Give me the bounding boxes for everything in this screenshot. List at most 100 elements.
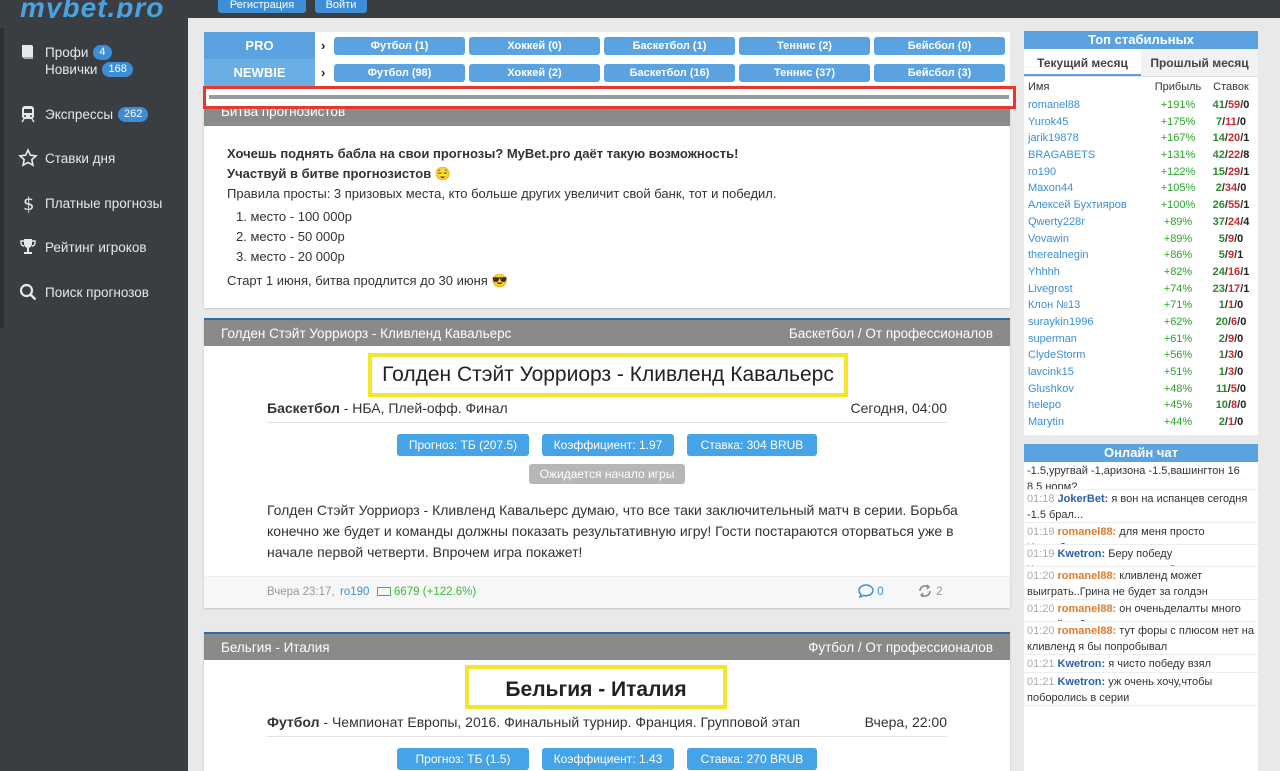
- register-button[interactable]: Регистрация: [218, 0, 306, 13]
- bets-lost: 16: [1227, 265, 1241, 278]
- pro-baseball-button[interactable]: Бейсбол (0): [874, 37, 1005, 55]
- chat-user-link[interactable]: JokerBet:: [1058, 493, 1109, 505]
- user-link[interactable]: helepo: [1024, 397, 1152, 414]
- chat-panel: Онлайн чат -1.5,уругвай -1,аризона -1.5,…: [1024, 444, 1258, 771]
- top-table-row: Livegrost +74% 23/17/1: [1024, 281, 1258, 298]
- user-bets: 24/16/1: [1212, 265, 1250, 278]
- user-link[interactable]: Алексей Бухтияров: [1024, 197, 1152, 214]
- match-datetime: Сегодня, 04:00: [850, 400, 947, 416]
- user-link[interactable]: Maxon44: [1024, 180, 1152, 197]
- match-datetime: Вчера, 22:00: [864, 714, 947, 730]
- prediction-sport-link[interactable]: Футбол: [808, 640, 854, 655]
- chat-user-link[interactable]: romanel88:: [1058, 625, 1117, 637]
- prediction-header-title[interactable]: Голден Стэйт Уорриорз - Кливленд Кавалье…: [221, 320, 511, 346]
- author-link[interactable]: ro190: [340, 586, 369, 598]
- status-badge: Ожидается начало игры: [529, 464, 685, 484]
- newbie-label[interactable]: NEWBIE: [204, 59, 315, 86]
- user-link[interactable]: Yhhhh: [1024, 264, 1152, 281]
- pro-hockey-button[interactable]: Хоккей (0): [469, 37, 600, 55]
- pro-football-button[interactable]: Футбол (1): [334, 37, 465, 55]
- bets-won: 42: [1212, 149, 1225, 162]
- prediction-type-link[interactable]: От профессионалов: [865, 326, 993, 341]
- bets-won: 14: [1212, 132, 1225, 145]
- user-link[interactable]: Клон №13: [1024, 297, 1152, 314]
- top-table-header: Имя Прибыль Ставок: [1024, 77, 1258, 97]
- bets-draw: 4: [1243, 215, 1250, 228]
- prediction-type-link[interactable]: От профессионалов: [865, 640, 993, 655]
- chat-user-link[interactable]: Kwetron:: [1058, 676, 1106, 688]
- stake-pill: Ставка: 304 BRUB: [687, 434, 817, 456]
- chevron-right-icon: ›: [321, 38, 326, 53]
- sidebar-item-label: Новички: [45, 62, 98, 77]
- battle-body: Хочешь поднять бабла на свои прогнозы? M…: [227, 144, 777, 291]
- user-link[interactable]: Marytin: [1024, 414, 1152, 431]
- user-link[interactable]: romanel88: [1024, 97, 1152, 114]
- newbie-football-button[interactable]: Футбол (98): [334, 64, 465, 82]
- prediction-sport-link[interactable]: Баскетбол: [789, 326, 854, 341]
- tab-current-month[interactable]: Текущий месяц: [1024, 49, 1141, 76]
- user-link[interactable]: ro190: [1024, 164, 1152, 181]
- sidebar-item-paid[interactable]: $ Платные прогнозы: [18, 193, 162, 213]
- user-link[interactable]: therealnegin: [1024, 247, 1152, 264]
- top-bar: [0, 0, 1280, 18]
- user-link[interactable]: suraykin1996: [1024, 314, 1152, 331]
- sidebar-item-search[interactable]: Поиск прогнозов: [18, 282, 149, 302]
- chat-user-link[interactable]: romanel88:: [1058, 526, 1117, 538]
- prognoz-pill: Прогноз: ТБ (1.5): [397, 748, 529, 770]
- bets-lost: 9: [1227, 332, 1235, 345]
- user-link[interactable]: Yurok45: [1024, 114, 1152, 131]
- user-profit: +175%: [1160, 115, 1196, 128]
- share-button[interactable]: 2: [917, 584, 943, 598]
- user-link[interactable]: Vovawin: [1024, 231, 1152, 248]
- user-link[interactable]: jarik19878: [1024, 130, 1152, 147]
- sidebar-item-rating[interactable]: Рейтинг игроков: [18, 237, 147, 257]
- login-button[interactable]: Войти: [315, 0, 367, 13]
- bets-draw: 1: [1243, 199, 1250, 212]
- user-link[interactable]: Qwerty228r: [1024, 214, 1152, 231]
- sidebar-item-express[interactable]: Экспрессы 262: [18, 104, 149, 124]
- repost-icon: [919, 584, 931, 598]
- sidebar-item-bets-day[interactable]: Ставки дня: [18, 148, 115, 168]
- user-profit: +61%: [1163, 332, 1193, 345]
- newbie-tennis-button[interactable]: Теннис (37): [739, 64, 870, 82]
- newbie-basketball-button[interactable]: Баскетбол (16): [604, 64, 735, 82]
- newbie-baseball-button[interactable]: Бейсбол (3): [874, 64, 1005, 82]
- chat-time: 01:18: [1027, 493, 1055, 505]
- shares-count: 2: [936, 586, 943, 598]
- bets-won: 7: [1215, 115, 1223, 128]
- chat-user-link[interactable]: Kwetron:: [1058, 548, 1106, 560]
- top-table-row: Maxon44 +105% 2/34/0: [1024, 180, 1258, 197]
- user-profit: +89%: [1163, 215, 1193, 228]
- user-link[interactable]: Livegrost: [1024, 281, 1152, 298]
- sidebar-item-novice[interactable]: Новички 168: [45, 62, 133, 77]
- user-profit: +51%: [1163, 366, 1193, 378]
- chat-message: 01:20romanel88: он оченьделалты много че…: [1024, 600, 1258, 622]
- user-profit: +62%: [1163, 315, 1193, 328]
- bets-draw: 1: [1243, 165, 1250, 178]
- bets-draw: 1: [1243, 132, 1250, 145]
- user-profit: +45%: [1163, 399, 1193, 412]
- user-link[interactable]: superman: [1024, 331, 1152, 348]
- user-link[interactable]: lavcink15: [1024, 364, 1152, 381]
- top-table-row: suraykin1996 +62% 20/6/0: [1024, 314, 1258, 331]
- sidebar-item-profi[interactable]: Профи 4: [18, 42, 112, 62]
- user-link[interactable]: Glushkov: [1024, 381, 1152, 398]
- pro-tennis-button[interactable]: Теннис (2): [739, 37, 870, 55]
- top-table-row: ro190 +122% 15/29/1: [1024, 164, 1258, 181]
- user-link[interactable]: BRAGABETS: [1024, 147, 1152, 164]
- prediction-header-title[interactable]: Бельгия - Италия: [221, 634, 330, 660]
- tab-previous-month[interactable]: Прошлый месяц: [1141, 49, 1258, 76]
- user-profit: +44%: [1163, 416, 1193, 429]
- chat-user-link[interactable]: romanel88:: [1058, 570, 1117, 582]
- prize-item: 1. место - 100 000р: [236, 209, 352, 224]
- chat-user-link[interactable]: Kwetron:: [1058, 658, 1106, 670]
- match-sport: Баскетбол: [267, 400, 340, 416]
- user-link[interactable]: ClydeStorm: [1024, 347, 1152, 364]
- pro-basketball-button[interactable]: Баскетбол (1): [604, 37, 735, 55]
- chat-list: 01:18 JokerBet: я вон на испанцев сегодня…: [1024, 490, 1258, 706]
- bets-won: 1: [1218, 299, 1225, 312]
- newbie-hockey-button[interactable]: Хоккей (2): [469, 64, 600, 82]
- comments-button[interactable]: 0: [858, 584, 884, 599]
- pro-label[interactable]: PRO: [204, 32, 315, 59]
- chat-user-link[interactable]: romanel88:: [1058, 603, 1117, 615]
